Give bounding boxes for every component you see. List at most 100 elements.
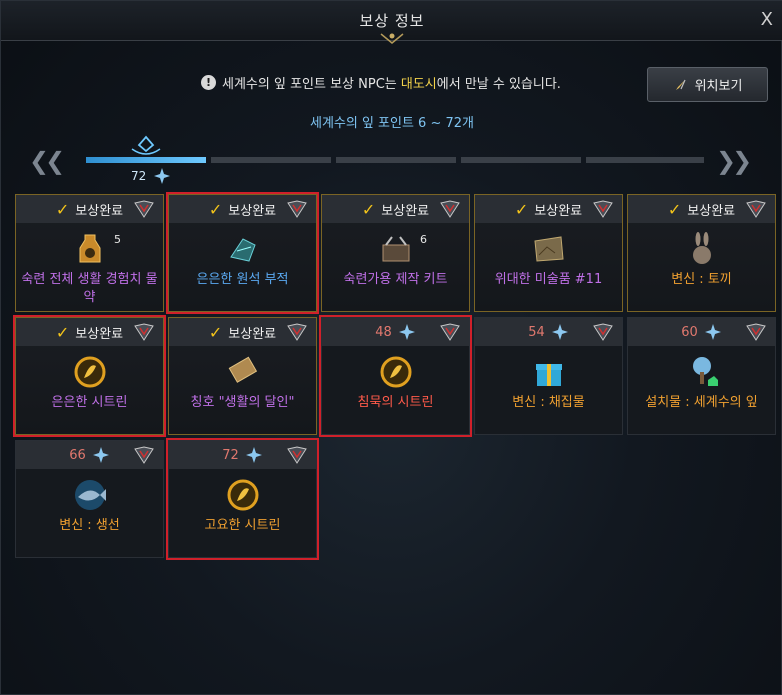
grade-badge-icon [287,200,307,218]
check-icon: ✓ [361,199,376,219]
reward-quantity: 6 [420,233,427,246]
progress-segment-4 [461,157,581,163]
citrine-icon [380,356,412,388]
close-button[interactable]: X [761,9,773,30]
citrine-icon [227,479,259,511]
grade-badge-icon [134,323,154,341]
reward-cell[interactable]: ✓ 보상완료위대한 미술품 #11 [474,194,623,312]
reward-name: 침묵의 시트린 [357,395,434,410]
progress-marker-icon [131,135,161,155]
reward-quantity: 5 [114,233,121,246]
reward-status-label: 보상완료 [687,203,736,219]
reward-status-label: 보상완료 [381,203,430,219]
rabbit-icon [693,232,711,264]
grade-badge-icon [440,323,460,341]
reward-cell[interactable]: ✓ 보상완료칭호 "생활의 달인" [168,317,317,435]
reward-required-points: 72 [222,447,239,463]
reward-cell-header: ✓ 보상완료 [475,195,622,223]
check-icon: ✓ [667,199,682,219]
check-icon: ✓ [55,322,70,342]
progress-segment-5 [586,157,704,163]
leaf-icon [551,324,568,340]
grade-badge-icon [134,446,154,464]
reward-cell[interactable]: ✓ 보상완료변신 : 토끼 [627,194,776,312]
reward-cell-header: 48 [322,318,469,346]
leaf-icon [154,168,170,184]
citrine-icon [74,356,106,388]
tree-icon [693,357,718,386]
view-location-label: 위치보기 [694,79,743,94]
reward-cell[interactable]: 48 침묵의 시트린 [319,315,472,437]
check-icon: ✓ [208,199,223,219]
reward-cell-header: ✓ 보상완료 [16,195,163,223]
reward-cell-header: ✓ 보상완료 [322,195,469,223]
check-icon: ✓ [208,322,223,342]
reward-status-label: 보상완료 [228,203,277,219]
reward-cell[interactable]: 66 변신 : 생선 [15,440,164,558]
reward-cell[interactable]: ✓ 보상완료 5 숙련 전체 생활 경험치 물약 [15,194,164,312]
reward-cell-header: 66 [16,441,163,469]
point-range-label: 세계수의 잎 포인트 6 ~ 72개 [309,116,474,131]
prev-page-arrow[interactable]: ❮❮ [29,147,65,175]
reward-name: 변신 : 채집물 [512,395,585,410]
reward-name: 변신 : 토끼 [671,272,732,287]
reward-cell-header: 60 [628,318,775,346]
grade-badge-icon [134,200,154,218]
toolbox-icon [382,236,410,262]
reward-name: 칭호 "생활의 달인" [190,395,295,410]
grade-badge-icon [287,323,307,341]
reward-cell-header: ✓ 보상완료 [628,195,775,223]
compass-icon [675,79,686,90]
reward-required-points: 60 [681,324,698,340]
reward-cell-header: ✓ 보상완료 [16,318,163,346]
reward-cell[interactable]: ✓ 보상완료은은한 원석 부적 [166,192,319,314]
grade-badge-icon [746,323,766,341]
reward-cell-header: ✓ 보상완료 [169,195,316,223]
reward-required-points: 66 [69,447,86,463]
info-icon: ! [201,75,216,90]
grade-badge-icon [440,200,460,218]
grade-badge-icon [287,446,307,464]
fish-icon [75,480,106,510]
progress-segment-2 [211,157,331,163]
scroll-icon [228,356,258,383]
potion-icon [79,234,101,263]
reward-required-points: 48 [375,324,392,340]
ornament-icon [380,33,404,44]
reward-name: 고요한 시트린 [204,518,281,533]
check-icon: ✓ [55,199,70,219]
next-page-arrow[interactable]: ❯❯ [716,147,752,175]
reward-status-label: 보상완료 [75,203,124,219]
reward-cell[interactable]: 54 변신 : 채집물 [474,317,623,435]
grade-badge-icon [593,200,613,218]
reward-cell[interactable]: 60 설치물 : 세계수의 잎 [627,317,776,435]
window-title: 보상 정보 [359,12,425,30]
notice-prefix: 세계수의 잎 포인트 보상 NPC는 [222,77,401,92]
leaf-icon [398,324,415,340]
reward-info-window: 보상 정보 X ! 세계수의 잎 포인트 보상 NPC는 대도시에서 만날 수 … [0,0,782,695]
leaf-icon [92,447,109,463]
painting-icon [534,236,564,262]
reward-name: 위대한 미술품 #11 [494,272,603,287]
view-location-button[interactable]: 위치보기 [647,67,768,102]
reward-status-label: 보상완료 [534,203,583,219]
reward-name: 은은한 원석 부적 [196,272,289,287]
reward-status-label: 보상완료 [75,326,124,342]
notice-highlight: 대도시 [400,77,437,92]
progress-current-value: 72 [131,169,147,183]
reward-cell-header: 72 [169,441,316,469]
reward-cell[interactable]: ✓ 보상완료 6 숙련가용 제작 키트 [321,194,470,312]
reward-cell-header: ✓ 보상완료 [169,318,316,346]
npc-notice: ! 세계수의 잎 포인트 보상 NPC는 대도시에서 만날 수 있습니다. [201,73,561,92]
grade-badge-icon [746,200,766,218]
reward-name: 숙련 전체 생활 경험치 물약 [21,272,158,305]
reward-cell[interactable]: ✓ 보상완료 은은한 시트린 [13,315,166,437]
check-icon: ✓ [514,199,529,219]
progress-segment-3 [336,157,456,163]
grade-badge-icon [593,323,613,341]
reward-name: 숙련가용 제작 키트 [343,272,448,287]
reward-cell[interactable]: 72 고요한 시트린 [166,438,319,560]
reward-required-points: 54 [528,324,545,340]
gift-icon [536,364,562,386]
reward-name: 설치물 : 세계수의 잎 [645,395,758,410]
